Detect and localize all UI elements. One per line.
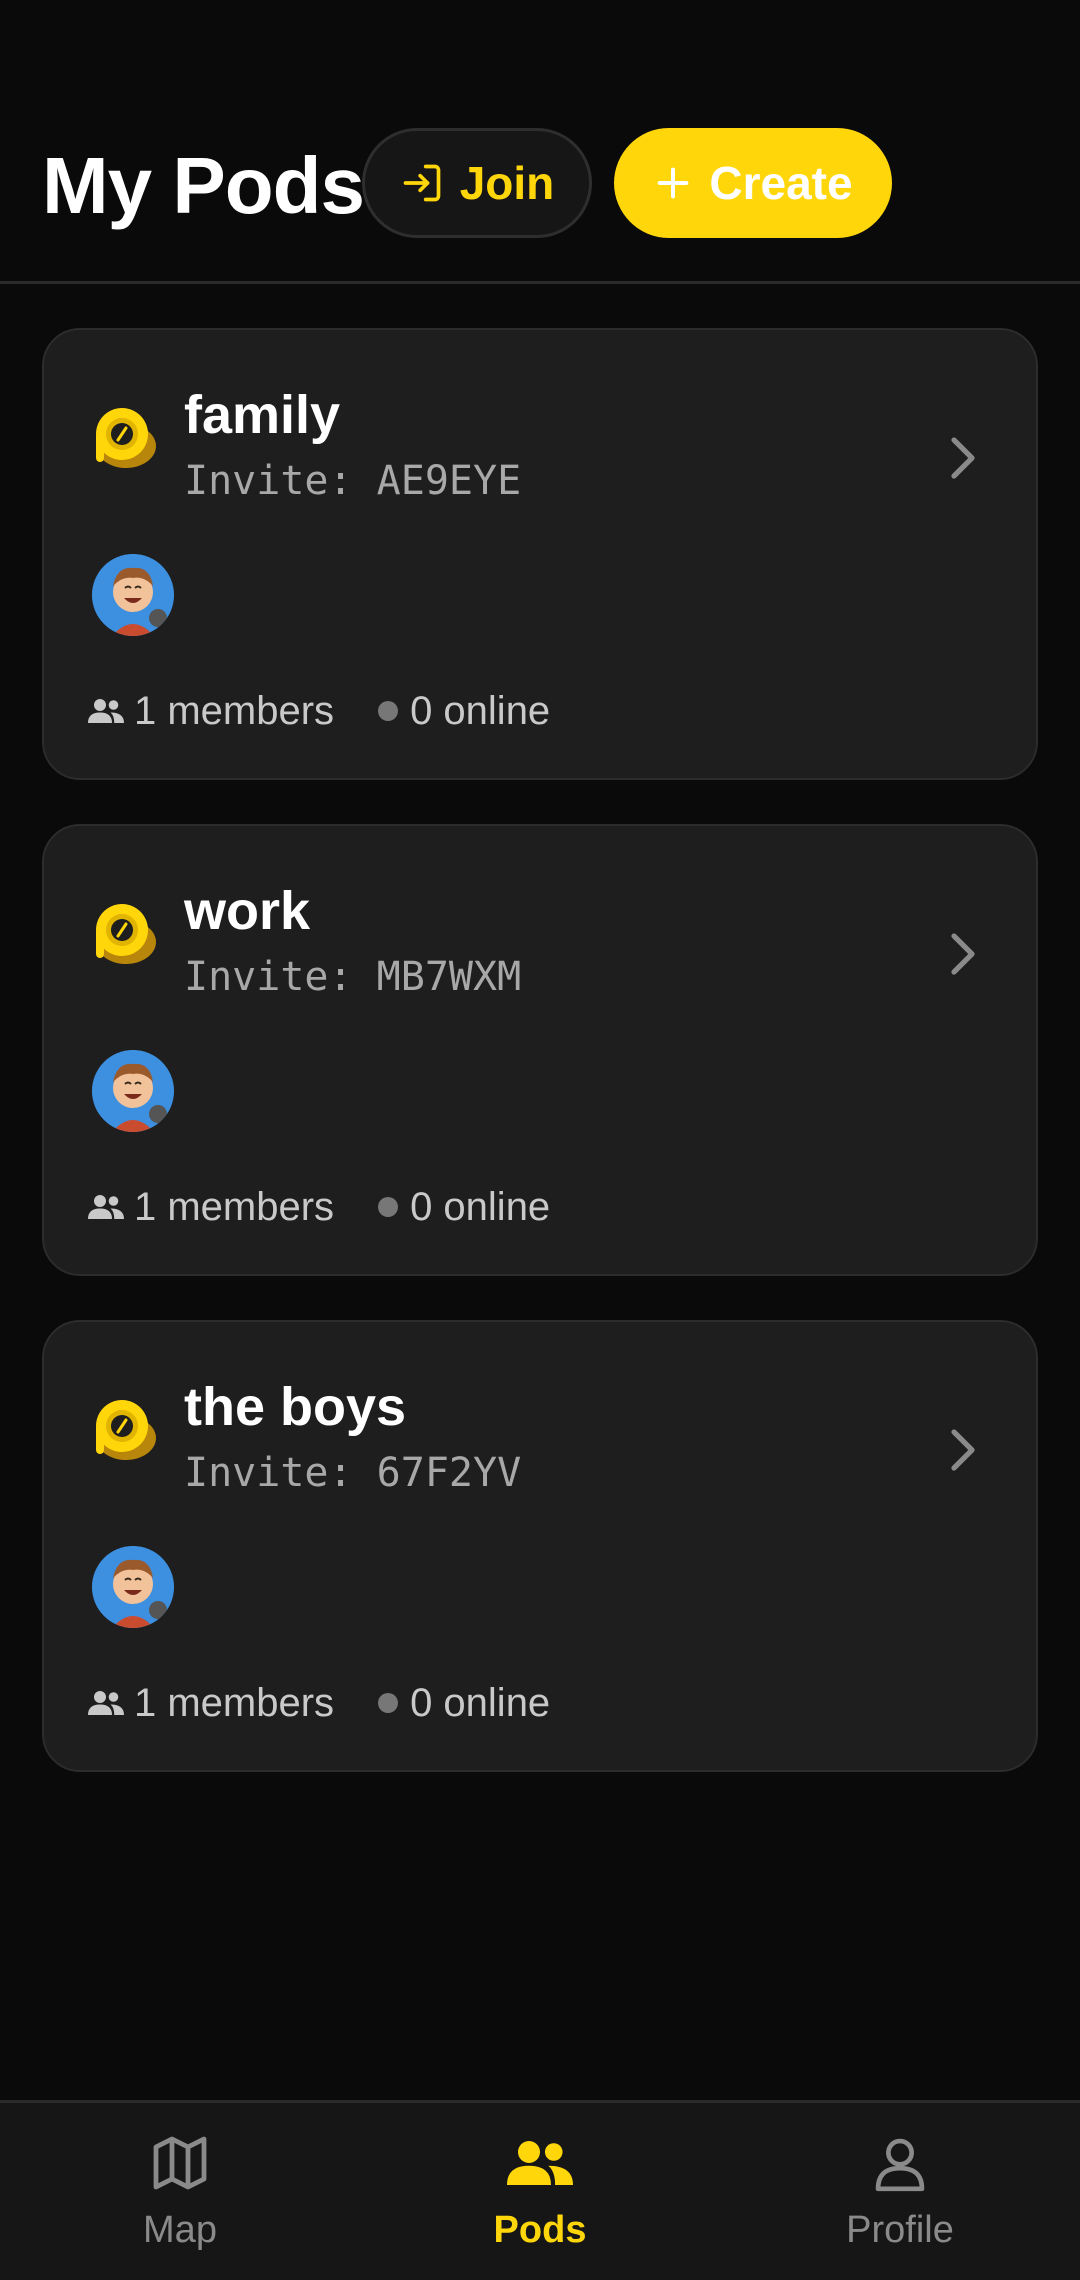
- online-status-dot: [378, 1693, 399, 1713]
- online-stat: 0 online: [378, 686, 550, 736]
- pod-invite-code: Invite: 67F2YV: [184, 1450, 522, 1496]
- online-stat: 0 online: [378, 1678, 550, 1728]
- online-status-dot: [378, 1197, 399, 1217]
- map-icon: [148, 2127, 212, 2199]
- create-button-label: Create: [709, 157, 853, 209]
- login-icon: [400, 161, 444, 205]
- nav-item-map[interactable]: Map: [0, 2103, 360, 2280]
- members-stat: 1 members: [88, 1678, 334, 1728]
- people-icon: [88, 697, 124, 725]
- pod-stats: 1 members 0 online: [88, 1678, 550, 1728]
- pod-invite-code: Invite: AE9EYE: [184, 458, 522, 504]
- nav-item-label: Pods: [493, 2209, 587, 2251]
- nav-item-pods[interactable]: Pods: [360, 2103, 720, 2280]
- pod-list: family Invite: AE9EYE 1 members 0 online…: [42, 328, 1038, 1816]
- people-icon: [507, 2127, 573, 2199]
- person-icon: [869, 2127, 931, 2199]
- header: My Pods Join Create: [0, 0, 1080, 284]
- join-button-label: Join: [459, 157, 555, 209]
- nav-item-label: Profile: [846, 2209, 954, 2251]
- chevron-right-icon: [942, 1422, 982, 1478]
- online-count: 0 online: [410, 689, 551, 733]
- members-count: 1 members: [134, 1681, 335, 1725]
- pod-logo-icon: [88, 898, 160, 970]
- pod-name: work: [184, 881, 311, 941]
- pod-stats: 1 members 0 online: [88, 1182, 550, 1232]
- pod-card[interactable]: work Invite: MB7WXM 1 members 0 online: [42, 824, 1038, 1276]
- members-count: 1 members: [134, 689, 335, 733]
- create-button[interactable]: Create: [614, 128, 892, 238]
- app: My Pods Join Create family Invite: AE9EY…: [0, 0, 1080, 2280]
- bottom-nav: Map Pods Profile: [0, 2100, 1080, 2280]
- online-status-dot: [378, 701, 399, 721]
- online-count: 0 online: [410, 1681, 551, 1725]
- people-icon: [88, 1689, 124, 1717]
- plus-icon: [653, 163, 693, 203]
- members-stat: 1 members: [88, 1182, 334, 1232]
- online-count: 0 online: [410, 1185, 551, 1229]
- avatar: [92, 554, 174, 636]
- join-button[interactable]: Join: [362, 128, 592, 238]
- avatar: [92, 1546, 174, 1628]
- avatar: [92, 1050, 174, 1132]
- pod-logo-icon: [88, 1394, 160, 1466]
- people-icon: [88, 1193, 124, 1221]
- pod-logo-icon: [88, 402, 160, 474]
- members-stat: 1 members: [88, 686, 334, 736]
- page-title: My Pods: [42, 141, 365, 230]
- nav-item-profile[interactable]: Profile: [720, 2103, 1080, 2280]
- pod-card[interactable]: family Invite: AE9EYE 1 members 0 online: [42, 328, 1038, 780]
- members-count: 1 members: [134, 1185, 335, 1229]
- pod-invite-code: Invite: MB7WXM: [184, 954, 522, 1000]
- pod-name: the boys: [184, 1377, 407, 1437]
- pod-stats: 1 members 0 online: [88, 686, 550, 736]
- online-stat: 0 online: [378, 1182, 550, 1232]
- pod-card[interactable]: the boys Invite: 67F2YV 1 members 0 onli…: [42, 1320, 1038, 1772]
- chevron-right-icon: [942, 926, 982, 982]
- nav-item-label: Map: [143, 2209, 217, 2251]
- pod-name: family: [184, 385, 341, 445]
- chevron-right-icon: [942, 430, 982, 486]
